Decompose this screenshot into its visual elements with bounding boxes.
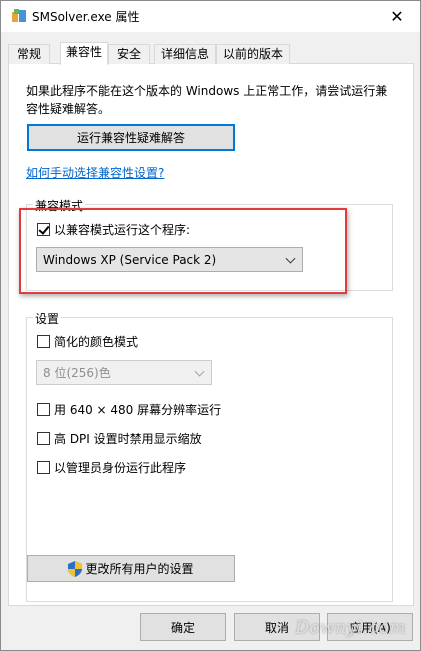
dpi-row[interactable]: 高 DPI 设置时禁用显示缩放 (37, 430, 202, 447)
tab-general[interactable]: 常规 (8, 44, 50, 64)
reduced-color-checkbox[interactable] (37, 335, 50, 348)
admin-checkbox[interactable] (37, 461, 50, 474)
tab-strip: 常规 兼容性 安全 详细信息 以前的版本 (8, 42, 414, 65)
properties-window: SMSolver.exe 属性 ✕ 常规 兼容性 安全 详细信息 以前的版本 如… (0, 0, 421, 651)
window-title: SMSolver.exe 属性 (32, 10, 140, 24)
all-users-button[interactable]: 更改所有用户的设置 (27, 555, 235, 582)
manual-settings-link[interactable]: 如何手动选择兼容性设置? (26, 164, 164, 181)
close-button[interactable]: ✕ (374, 1, 420, 31)
title-bar: SMSolver.exe 属性 ✕ (1, 1, 420, 32)
close-icon: ✕ (390, 6, 404, 26)
uac-shield-icon (68, 560, 83, 577)
cancel-button-label: 取消 (264, 620, 289, 635)
troubleshoot-button[interactable]: 运行兼容性疑难解答 (27, 124, 235, 151)
all-users-button-label: 更改所有用户的设置 (85, 562, 194, 576)
run-640-checkbox[interactable] (37, 403, 50, 416)
ok-button[interactable]: 确定 (140, 613, 226, 641)
color-depth-select: 8 位(256)色 (36, 360, 212, 385)
tab-security[interactable]: 安全 (108, 44, 150, 64)
app-icon (12, 9, 26, 22)
run-640-label: 用 640 × 480 屏幕分辨率运行 (54, 403, 222, 417)
tab-details[interactable]: 详细信息 (154, 44, 216, 64)
tab-previous-versions[interactable]: 以前的版本 (216, 44, 290, 64)
settings-title: 设置 (33, 310, 62, 327)
reduced-color-label: 简化的颜色模式 (54, 335, 139, 349)
tab-compatibility[interactable]: 兼容性 (60, 42, 108, 65)
troubleshoot-button-label: 运行兼容性疑难解答 (76, 131, 185, 145)
highlight-annotation (19, 208, 347, 294)
watermark: Downyi.com (295, 618, 406, 638)
admin-row[interactable]: 以管理员身份运行此程序 (37, 459, 186, 476)
dpi-checkbox[interactable] (37, 432, 50, 445)
dpi-label: 高 DPI 设置时禁用显示缩放 (54, 432, 202, 446)
reduced-color-row[interactable]: 简化的颜色模式 (37, 333, 138, 350)
admin-label: 以管理员身份运行此程序 (54, 461, 187, 475)
intro-text: 如果此程序不能在这个版本的 Windows 上正常工作，请尝试运行兼容性疑难解答… (26, 84, 388, 116)
run-640-row[interactable]: 用 640 × 480 屏幕分辨率运行 (37, 401, 221, 418)
ok-button-label: 确定 (170, 620, 195, 635)
compatibility-panel: 如果此程序不能在这个版本的 Windows 上正常工作，请尝试运行兼容性疑难解答… (8, 64, 414, 606)
chevron-down-icon (194, 366, 205, 377)
color-depth-value: 8 位(256)色 (43, 366, 111, 380)
